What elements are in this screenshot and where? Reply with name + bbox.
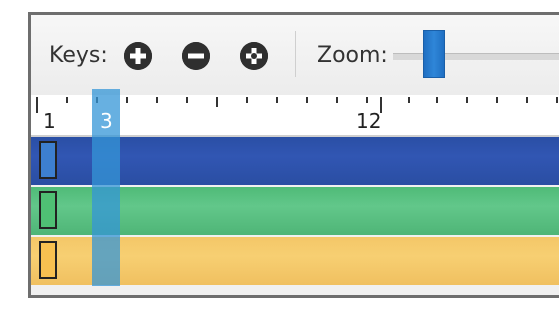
plus-circle-icon [124,42,152,70]
ruler-label-start: 1 [43,109,56,133]
key-options-button[interactable] [240,42,268,70]
remove-key-button[interactable] [182,42,210,70]
keys-label: Keys: [49,43,108,68]
zoom-label: Zoom: [317,43,388,68]
playhead-frame-label: 3 [100,109,113,133]
zoom-slider-thumb[interactable] [423,30,445,78]
timeline-toolbar: Keys: Zoom: [31,15,559,95]
add-key-button[interactable] [124,42,152,70]
plus-circle-alt-icon [240,42,268,70]
keyframe-blue[interactable] [39,141,57,179]
keyframe-green[interactable] [39,191,57,229]
playhead[interactable]: 3 [92,89,120,286]
zoom-slider-track[interactable] [393,53,559,60]
keyframe-yellow[interactable] [39,241,57,279]
timeline-empty-area [31,287,559,295]
timeline-panel: Keys: Zoom: 1 12 3 [28,12,559,298]
toolbar-separator [295,31,296,77]
ruler-label-mid: 12 [356,109,382,133]
minus-circle-icon [182,42,210,70]
